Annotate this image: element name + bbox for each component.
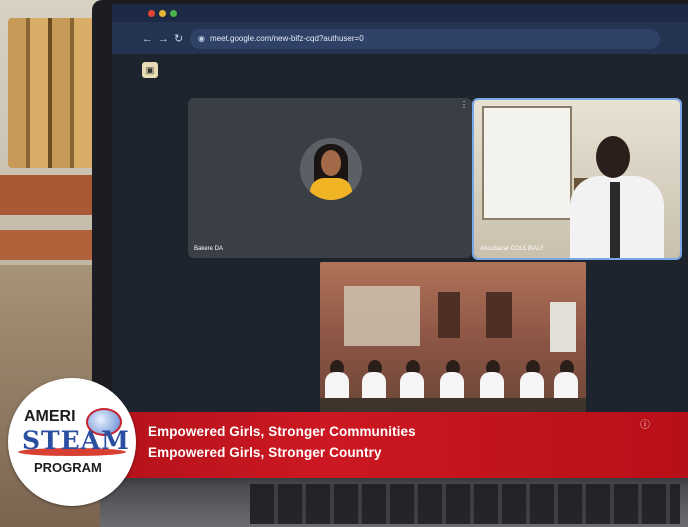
- participant-name: Aboubacar COULIBALY: [480, 246, 544, 252]
- captions-icon[interactable]: ▣: [142, 62, 158, 78]
- desk: [320, 398, 586, 412]
- site-info-icon[interactable]: ◉: [198, 29, 205, 49]
- participant-tie: [610, 182, 620, 258]
- classroom-poster: [344, 286, 420, 346]
- navigation-bar: ← → ↻ ◉ meet.google.com/new-bifz-cqd?aut…: [112, 26, 688, 52]
- bamboo-decoration: [8, 18, 103, 168]
- avatar-shirt: [310, 178, 352, 200]
- banner-tagline-2: Empowered Girls, Stronger Country: [148, 445, 382, 460]
- browser-chrome: ← → ↻ ◉ meet.google.com/new-bifz-cqd?aut…: [112, 4, 688, 54]
- logo-text-top: AMERI: [24, 408, 76, 425]
- classroom-poster: [550, 302, 576, 352]
- participant-tile[interactable]: Bakere DA ⋮: [188, 98, 472, 258]
- participant-name: Bakere DA: [194, 246, 224, 252]
- logo-text-middle: STEAM: [22, 426, 130, 455]
- tab-bar: [112, 4, 688, 22]
- classroom-door: [486, 292, 512, 338]
- video-window: [482, 106, 572, 220]
- address-bar[interactable]: ◉ meet.google.com/new-bifz-cqd?authuser=…: [190, 29, 660, 49]
- keyboard-keys: [250, 484, 680, 524]
- meeting-view: ▣ Bakere DA ⋮ Aboubacar COULIBALY: [112, 54, 688, 472]
- ameri-steam-logo: AMERI STEAM PROGRAM: [8, 378, 136, 506]
- close-window-icon[interactable]: [148, 10, 155, 17]
- laptop-keyboard: [100, 470, 688, 527]
- classroom-door: [438, 292, 460, 338]
- forward-icon[interactable]: →: [158, 32, 169, 46]
- meeting-info-icon[interactable]: ⓘ: [640, 416, 650, 431]
- students-group: [320, 350, 586, 412]
- back-icon[interactable]: ←: [142, 32, 153, 46]
- participant-tile-active[interactable]: Aboubacar COULIBALY: [472, 98, 682, 260]
- classroom-video-tile[interactable]: [320, 262, 586, 412]
- logo-text-bottom: PROGRAM: [34, 460, 102, 475]
- participant-head: [596, 136, 630, 178]
- maximize-window-icon[interactable]: [170, 10, 177, 17]
- more-options-icon[interactable]: ⋮: [460, 100, 468, 109]
- avatar-face: [321, 150, 341, 176]
- avatar: [300, 138, 362, 200]
- minimize-window-icon[interactable]: [159, 10, 166, 17]
- banner-tagline-1: Empowered Girls, Stronger Communities: [148, 424, 416, 439]
- url-text: meet.google.com/new-bifz-cqd?authuser=0: [210, 34, 364, 43]
- reload-icon[interactable]: ↻: [174, 32, 183, 46]
- laptop-screen: ← → ↻ ◉ meet.google.com/new-bifz-cqd?aut…: [112, 4, 688, 472]
